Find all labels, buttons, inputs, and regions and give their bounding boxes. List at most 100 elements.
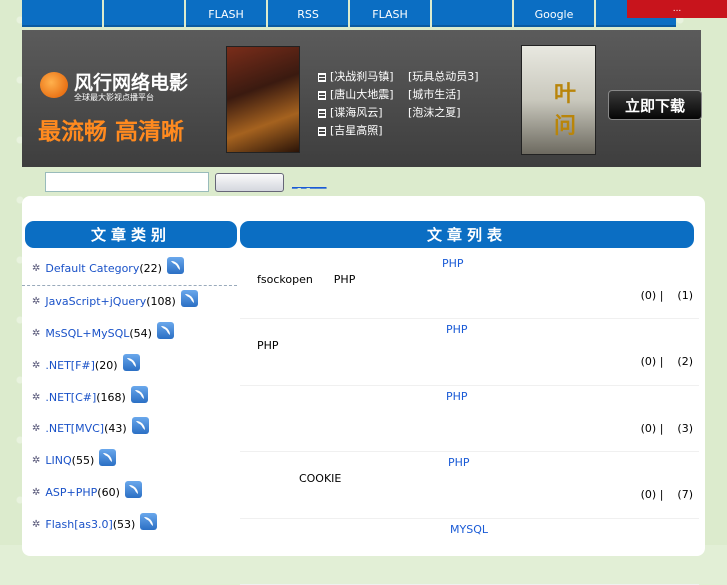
category-link[interactable]: Flash[as3.0] — [45, 518, 112, 531]
category-link[interactable]: MsSQL+MySQL — [45, 327, 129, 340]
movie-list-left: [决战刹马镇] [唐山大地震] [谍海风云] [吉星高照] — [318, 68, 394, 140]
article-title-link[interactable]: MYSQL — [450, 523, 488, 536]
rss-icon[interactable] — [180, 290, 198, 308]
article-title-link[interactable]: PHP — [446, 390, 468, 403]
movie-poster-2[interactable]: 叶问 — [521, 45, 596, 155]
movie-title: [决战刹马镇] — [330, 70, 394, 83]
rss-icon[interactable] — [131, 417, 149, 435]
category-item: ✲ MsSQL+MySQL (54) — [22, 318, 237, 350]
movie-link[interactable]: [谍海风云] — [318, 104, 394, 122]
main-panel: 文章类别 文章列表 ✲ Default Category (22) ✲ JavaS… — [22, 196, 705, 585]
banner-logo-title: 风行网络电影 — [74, 72, 189, 94]
film-icon — [318, 108, 326, 118]
nav-item-6[interactable] — [432, 0, 512, 27]
category-item: ✲ JavaScript+jQuery (108) — [22, 286, 237, 318]
film-icon — [318, 126, 326, 136]
article-item: PHP COOKIE (0) | (7) — [240, 452, 699, 519]
category-count: (60) — [97, 485, 120, 499]
top-nav: FLASH RSS FLASH Google — [22, 0, 682, 27]
article-stats: (0) | (3) — [640, 421, 693, 435]
bullet-icon: ✲ — [32, 296, 41, 308]
search-button[interactable] — [215, 173, 284, 192]
search-input[interactable] — [45, 172, 209, 192]
rss-icon[interactable] — [99, 449, 117, 467]
movie-title: [吉星高照] — [330, 124, 383, 137]
category-link[interactable]: LINQ — [45, 454, 71, 467]
search-links[interactable]: _ _ ___ — [292, 176, 327, 189]
article-list: PHP fsockopen PHP (0) | (1) PHP PHP (0) … — [240, 253, 699, 585]
movie-link[interactable]: [吉星高照] — [318, 122, 394, 140]
bullet-icon: ✲ — [32, 359, 41, 371]
article-snippet: fsockopen PHP — [257, 273, 356, 286]
nav-item-flash-2[interactable]: FLASH — [350, 0, 430, 27]
rss-icon[interactable] — [124, 480, 142, 498]
rss-icon[interactable] — [130, 385, 148, 403]
film-icon — [318, 72, 326, 82]
nav-item-google[interactable]: Google — [514, 0, 594, 27]
category-item: ✲ Default Category (22) — [22, 253, 237, 286]
nav-item-2[interactable] — [104, 0, 184, 27]
banner-logo-subtitle: 全球最大影视点播平台 — [74, 93, 154, 102]
bullet-icon: ✲ — [32, 391, 41, 403]
category-link[interactable]: JavaScript+jQuery — [45, 295, 146, 308]
bullet-icon: ✲ — [32, 263, 41, 275]
category-count: (20) — [94, 358, 118, 372]
movie-link[interactable]: [泡沫之夏] — [408, 104, 479, 122]
category-count: (108) — [146, 295, 176, 309]
category-link[interactable]: .NET[C#] — [45, 391, 96, 404]
category-count: (55) — [71, 454, 95, 468]
banner-slogan: 最流畅 高清晰 — [38, 119, 185, 145]
article-item: MYSQL — [240, 519, 699, 585]
rss-icon[interactable] — [140, 512, 158, 530]
nav-item-flash[interactable]: FLASH — [186, 0, 266, 27]
banner-ad[interactable]: 风行网络电影 全球最大影视点播平台 最流畅 高清晰 [决战刹马镇] [唐山大地震… — [22, 30, 702, 167]
nav-item-1[interactable] — [22, 0, 102, 27]
movie-link[interactable]: [玩具总动员3] — [408, 68, 479, 86]
bullet-icon: ✲ — [32, 486, 41, 498]
article-stats: (0) | (7) — [640, 488, 693, 502]
category-count: (43) — [104, 422, 127, 436]
category-link[interactable]: .NET[F#] — [45, 359, 95, 372]
article-stats: (0) | (2) — [640, 355, 693, 369]
bullet-icon: ✲ — [32, 327, 41, 339]
article-title-link[interactable]: PHP — [442, 257, 464, 270]
category-count: (54) — [129, 326, 152, 340]
bullet-icon: ✲ — [32, 518, 41, 530]
article-item: PHP PHP (0) | (2) — [240, 319, 699, 386]
article-item: PHP (0) | (3) — [240, 386, 699, 453]
article-snippet: COOKIE — [257, 472, 342, 486]
category-item: ✲ .NET[C#] (168) — [22, 381, 237, 413]
category-item: ✲ ASP+PHP (60) — [22, 477, 237, 509]
rss-icon[interactable] — [122, 353, 140, 371]
article-title-link[interactable]: PHP — [446, 323, 468, 336]
movie-list-right: [玩具总动员3] [城市生活] [泡沫之夏] — [408, 68, 479, 122]
category-link[interactable]: .NET[MVC] — [45, 422, 104, 435]
article-title-link[interactable]: PHP — [448, 456, 470, 469]
rss-icon[interactable] — [166, 257, 184, 275]
category-heading: 文章类别 — [25, 221, 237, 248]
category-count: (168) — [96, 390, 126, 404]
movie-title: [谍海风云] — [330, 106, 383, 119]
movie-poster-1[interactable] — [226, 46, 300, 153]
bullet-icon: ✲ — [32, 423, 41, 435]
nav-item-rss[interactable]: RSS — [268, 0, 348, 27]
category-item: ✲ .NET[F#] (20) — [22, 349, 237, 381]
red-header-button[interactable]: ... — [627, 0, 727, 18]
poster-calligraphy: 叶问 — [554, 82, 577, 139]
bullet-icon: ✲ — [32, 455, 41, 467]
movie-link[interactable]: [决战刹马镇] — [318, 68, 394, 86]
movie-link[interactable]: [唐山大地震] — [318, 86, 394, 104]
category-item: ✲ Flash[as3.0] (53) — [22, 508, 237, 540]
fengxing-logo-icon — [40, 72, 68, 98]
category-list: ✲ Default Category (22) ✲ JavaScript+jQue… — [22, 253, 237, 540]
category-count: (53) — [112, 517, 136, 531]
category-link[interactable]: ASP+PHP — [45, 486, 97, 499]
movie-link[interactable]: [城市生活] — [408, 86, 479, 104]
movie-title: [唐山大地震] — [330, 88, 394, 101]
rss-icon[interactable] — [156, 321, 174, 339]
article-snippet: PHP — [257, 339, 279, 353]
download-button[interactable]: 立即下载 — [608, 90, 702, 120]
category-link[interactable]: Default Category — [45, 262, 139, 275]
category-count: (22) — [139, 262, 162, 276]
article-stats: (0) | (1) — [640, 289, 693, 302]
